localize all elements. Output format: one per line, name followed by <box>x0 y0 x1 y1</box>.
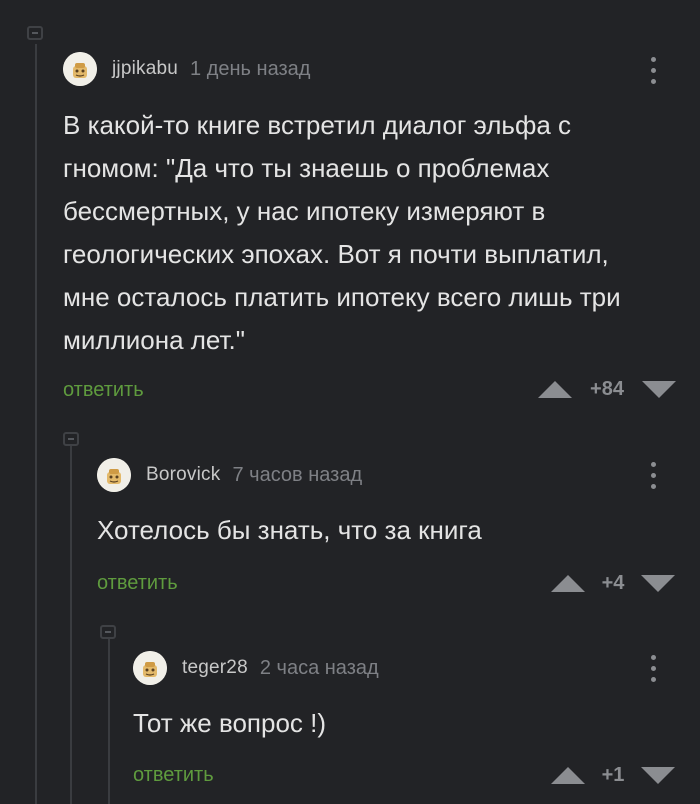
thread-line-level-0 <box>35 44 37 804</box>
avatar[interactable] <box>97 458 131 492</box>
comment-username[interactable]: Borovick <box>146 464 220 486</box>
avatar-icon <box>97 458 131 492</box>
avatar[interactable] <box>63 52 97 86</box>
comment-username[interactable]: teger28 <box>182 657 248 679</box>
collapse-thread-icon[interactable] <box>100 625 116 639</box>
comment-text: В какой-то книге встретил диалог эльфа с… <box>63 110 621 355</box>
avatar-icon <box>63 52 97 86</box>
arrow-up-icon[interactable] <box>551 575 585 592</box>
thread-line-level-2 <box>108 638 110 804</box>
comment-score: +84 <box>590 378 624 400</box>
comment-timestamp[interactable]: 7 часов назад <box>232 464 362 487</box>
comment-rating: +84 <box>538 378 676 401</box>
avatar[interactable] <box>133 651 167 685</box>
comment-username[interactable]: jjpikabu <box>112 58 178 80</box>
comment-timestamp[interactable]: 1 день назад <box>190 58 310 81</box>
comment-header: teger28 2 часа назад <box>133 651 379 685</box>
comment-header: Borovick 7 часов назад <box>97 458 362 492</box>
more-vert-icon[interactable] <box>650 57 656 87</box>
arrow-down-icon[interactable] <box>641 575 675 592</box>
reply-button[interactable]: ответить <box>63 379 144 402</box>
reply-button[interactable]: ответить <box>133 764 214 787</box>
comment-timestamp[interactable]: 2 часа назад <box>260 657 379 680</box>
collapse-thread-icon[interactable] <box>27 26 43 40</box>
comment-rating: +1 <box>551 764 675 787</box>
reply-button[interactable]: ответить <box>97 572 178 595</box>
more-vert-icon[interactable] <box>650 462 656 492</box>
comment-rating: +4 <box>551 572 675 595</box>
comment-text: Тот же вопрос !) <box>133 708 327 738</box>
comment-score: +1 <box>601 764 625 786</box>
comment-header: jjpikabu 1 день назад <box>63 52 310 86</box>
thread-line-level-1 <box>70 444 72 804</box>
comment-score: +4 <box>601 572 625 594</box>
arrow-up-icon[interactable] <box>551 767 585 784</box>
collapse-thread-icon[interactable] <box>63 432 79 446</box>
avatar-icon <box>133 651 167 685</box>
more-vert-icon[interactable] <box>650 655 656 685</box>
arrow-down-icon[interactable] <box>641 767 675 784</box>
comment-text: Хотелось бы знать, что за книга <box>97 515 482 545</box>
arrow-down-icon[interactable] <box>642 381 676 398</box>
arrow-up-icon[interactable] <box>538 381 572 398</box>
